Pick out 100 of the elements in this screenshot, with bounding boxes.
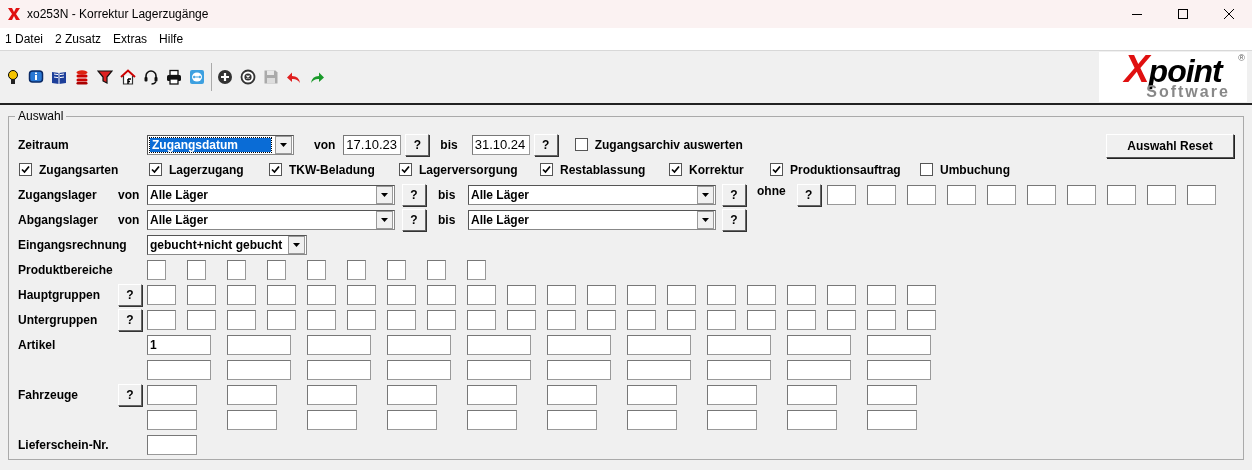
help-button[interactable]: ? — [722, 183, 746, 206]
input-field[interactable] — [267, 309, 296, 330]
input-field[interactable] — [187, 284, 216, 305]
input-field[interactable] — [467, 284, 496, 305]
input-field[interactable] — [866, 184, 896, 205]
input-field[interactable] — [307, 409, 357, 430]
input-field[interactable] — [227, 309, 256, 330]
input-field[interactable] — [1026, 184, 1056, 205]
input-field[interactable] — [307, 309, 336, 330]
filter-icon[interactable] — [97, 69, 113, 85]
help-button[interactable]: ? — [405, 133, 430, 156]
menu-item[interactable]: 1 Datei — [3, 32, 48, 46]
input-field[interactable] — [307, 359, 371, 380]
input-field[interactable] — [826, 184, 856, 205]
input-field[interactable]: 1 — [147, 334, 211, 355]
input-field[interactable] — [1106, 184, 1136, 205]
input-field[interactable] — [307, 284, 336, 305]
input-field[interactable] — [227, 259, 246, 280]
input-field[interactable] — [747, 284, 776, 305]
remote-icon[interactable] — [189, 69, 205, 85]
input-field[interactable] — [946, 184, 976, 205]
input-field[interactable] — [227, 334, 291, 355]
input-field[interactable] — [467, 334, 531, 355]
input-field[interactable] — [1186, 184, 1216, 205]
input-field[interactable] — [147, 359, 211, 380]
input-field[interactable] — [627, 359, 691, 380]
input-field[interactable] — [307, 384, 357, 405]
help-button[interactable]: ? — [722, 208, 746, 231]
input-field[interactable] — [907, 309, 936, 330]
input-field[interactable] — [227, 409, 277, 430]
input-field[interactable] — [187, 259, 206, 280]
input-field[interactable] — [827, 309, 856, 330]
input-field[interactable] — [387, 309, 416, 330]
input-field[interactable] — [627, 409, 677, 430]
input-field[interactable] — [627, 309, 656, 330]
input-field[interactable] — [627, 384, 677, 405]
input-field[interactable] — [787, 334, 851, 355]
checkbox[interactable] — [770, 163, 783, 176]
date-field[interactable]: 31.10.24 — [471, 134, 530, 155]
input-field[interactable] — [147, 434, 197, 455]
input-field[interactable] — [147, 284, 176, 305]
input-field[interactable] — [267, 284, 296, 305]
dropdown[interactable]: Alle Läger — [468, 209, 716, 230]
bulb-icon[interactable] — [5, 69, 21, 85]
input-field[interactable] — [387, 384, 437, 405]
house-icon[interactable] — [120, 69, 136, 85]
input-field[interactable] — [867, 384, 917, 405]
input-field[interactable] — [906, 184, 936, 205]
input-field[interactable] — [547, 284, 576, 305]
menu-item[interactable]: Hilfe — [157, 32, 188, 46]
input-field[interactable] — [307, 334, 371, 355]
input-field[interactable] — [347, 284, 376, 305]
input-field[interactable] — [867, 409, 917, 430]
input-field[interactable] — [707, 409, 757, 430]
info-icon[interactable] — [28, 69, 44, 85]
input-field[interactable] — [467, 384, 517, 405]
input-field[interactable] — [627, 334, 691, 355]
input-field[interactable] — [907, 284, 936, 305]
checkbox[interactable] — [399, 163, 412, 176]
input-field[interactable] — [347, 309, 376, 330]
headset-icon[interactable] — [143, 69, 159, 85]
input-field[interactable] — [307, 259, 326, 280]
dropdown[interactable]: Zugangsdatum — [147, 134, 294, 155]
input-field[interactable] — [1066, 184, 1096, 205]
help-button[interactable]: ? — [533, 133, 558, 156]
input-field[interactable] — [227, 359, 291, 380]
input-field[interactable] — [467, 409, 517, 430]
input-field[interactable] — [587, 309, 616, 330]
help-button[interactable]: ? — [796, 183, 821, 206]
input-field[interactable] — [667, 284, 696, 305]
input-field[interactable] — [787, 359, 851, 380]
help-button[interactable]: ? — [402, 183, 426, 206]
input-field[interactable] — [986, 184, 1016, 205]
checkbox[interactable] — [19, 163, 32, 176]
checkbox[interactable] — [540, 163, 553, 176]
input-field[interactable] — [547, 334, 611, 355]
checkbox[interactable] — [574, 138, 588, 151]
checkbox[interactable] — [669, 163, 682, 176]
input-field[interactable] — [427, 259, 446, 280]
input-field[interactable] — [707, 334, 771, 355]
help-button[interactable]: ? — [118, 383, 142, 406]
help-button[interactable]: ? — [402, 208, 426, 231]
input-field[interactable] — [667, 309, 696, 330]
input-field[interactable] — [707, 384, 757, 405]
input-field[interactable] — [387, 259, 406, 280]
input-field[interactable] — [147, 259, 166, 280]
input-field[interactable] — [627, 284, 656, 305]
input-field[interactable] — [787, 284, 816, 305]
input-field[interactable] — [867, 309, 896, 330]
input-field[interactable] — [867, 284, 896, 305]
input-field[interactable] — [387, 284, 416, 305]
printer-icon[interactable] — [166, 69, 182, 85]
input-field[interactable] — [587, 284, 616, 305]
input-field[interactable] — [467, 309, 496, 330]
input-field[interactable] — [147, 409, 197, 430]
input-field[interactable] — [227, 284, 256, 305]
input-field[interactable] — [787, 409, 837, 430]
input-field[interactable] — [747, 309, 776, 330]
input-field[interactable] — [387, 359, 451, 380]
checkbox[interactable] — [269, 163, 282, 176]
